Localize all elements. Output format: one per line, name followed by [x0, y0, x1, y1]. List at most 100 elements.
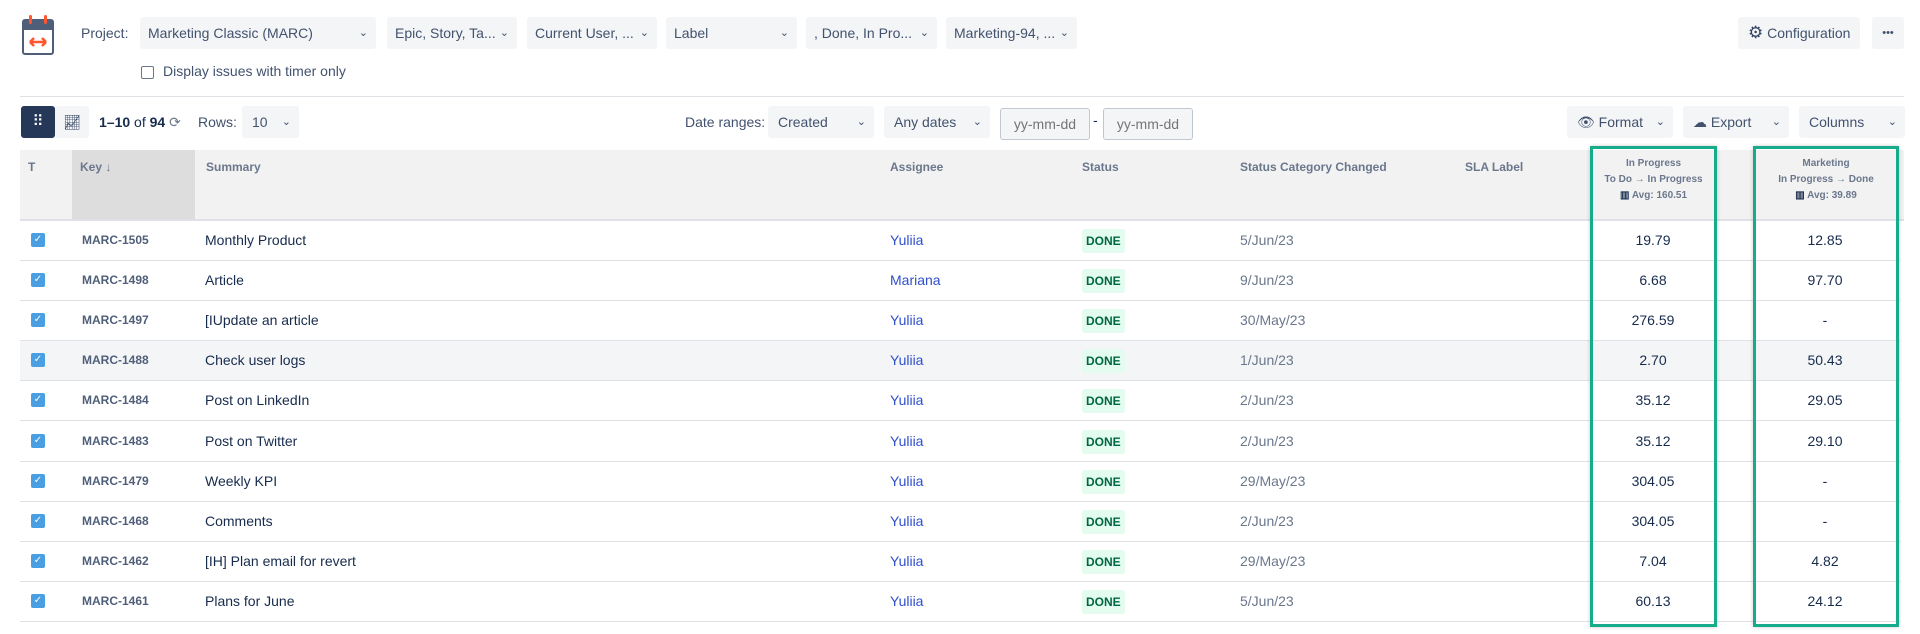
issue-key[interactable]: MARC-1462: [82, 542, 149, 580]
eye-icon: 👁︎: [1577, 114, 1595, 130]
filter-value: , Done, In Pro...: [814, 25, 913, 41]
label-filter[interactable]: Label ⌄: [666, 17, 797, 49]
rows-select[interactable]: 10 ⌄: [242, 106, 299, 138]
column-header-status-changed[interactable]: Status Category Changed: [1232, 150, 1395, 220]
date-to-input[interactable]: [1103, 108, 1193, 140]
column-header-sla[interactable]: SLA Label: [1457, 150, 1531, 220]
issue-assignee[interactable]: Yuliia: [890, 422, 923, 460]
checkbox-icon[interactable]: ✓: [31, 273, 45, 288]
configuration-button[interactable]: ⚙ Configuration: [1738, 17, 1861, 49]
chevron-down-icon: ⌄: [779, 27, 789, 39]
issue-summary[interactable]: Monthly Product: [205, 221, 306, 259]
filter-value: Marketing-94, ...: [954, 25, 1056, 41]
status-changed-date: 9/Jun/23: [1240, 272, 1294, 289]
assignee-filter[interactable]: Current User, ... ⌄: [527, 17, 657, 49]
app-logo: [22, 14, 54, 55]
date-separator: -: [1093, 112, 1098, 128]
issue-key[interactable]: MARC-1497: [82, 301, 149, 339]
status-badge: DONE: [1082, 229, 1125, 253]
issue-summary[interactable]: Plans for June: [205, 582, 295, 620]
issue-key[interactable]: MARC-1479: [82, 462, 149, 500]
issue-type-filter[interactable]: Epic, Story, Ta... ⌄: [387, 17, 517, 49]
issue-key[interactable]: MARC-1461: [82, 582, 149, 620]
status-changed-date: 1/Jun/23: [1240, 352, 1294, 369]
date-field-value: Created: [778, 114, 828, 130]
status-changed-date: 5/Jun/23: [1240, 232, 1294, 248]
issue-assignee[interactable]: Yuliia: [890, 301, 923, 339]
issue-assignee[interactable]: Mariana: [890, 261, 941, 299]
filter-value: Epic, Story, Ta...: [395, 25, 496, 41]
issue-key[interactable]: MARC-1484: [82, 381, 149, 419]
refresh-icon[interactable]: ⟳: [169, 114, 181, 130]
issue-assignee[interactable]: Yuliia: [890, 221, 923, 259]
grid-icon: ⠿: [32, 113, 44, 130]
status-changed-date: 29/May/23: [1240, 472, 1306, 489]
project-filter[interactable]: Marketing Classic (MARC) ⌄: [140, 17, 376, 49]
issue-summary[interactable]: [IH] Plan email for revert: [205, 542, 356, 580]
checkbox-icon[interactable]: ✓: [31, 353, 45, 368]
issue-summary[interactable]: Article: [205, 261, 244, 299]
status-badge: DONE: [1082, 509, 1125, 534]
issue-key[interactable]: MARC-1483: [82, 422, 149, 460]
issue-summary[interactable]: Check user logs: [205, 341, 305, 379]
checkbox-icon[interactable]: ✓: [31, 513, 45, 528]
divider: [20, 96, 1904, 97]
grid-view-button[interactable]: ⠿: [21, 106, 55, 138]
column-header-assignee[interactable]: Assignee: [882, 150, 951, 220]
project-label: Project:: [81, 25, 129, 41]
date-period-value: Any dates: [894, 114, 957, 130]
issue-summary[interactable]: Post on LinkedIn: [205, 381, 309, 419]
issue-assignee[interactable]: Yuliia: [890, 502, 923, 540]
issue-summary[interactable]: Weekly KPI: [205, 462, 277, 500]
date-from-input[interactable]: [1000, 108, 1090, 140]
issue-key[interactable]: MARC-1468: [82, 502, 149, 540]
checkbox-icon[interactable]: ✓: [31, 473, 45, 488]
chart-view-button[interactable]: 📈︎: [55, 106, 89, 138]
filter-value: Label: [674, 25, 709, 41]
status-badge: DONE: [1082, 309, 1125, 334]
column-header-summary[interactable]: Summary: [198, 150, 498, 220]
rows-label: Rows:: [198, 114, 237, 130]
more-icon: •••: [1882, 27, 1894, 39]
chevron-down-icon: ⌄: [1887, 116, 1897, 128]
sprint-filter[interactable]: Marketing-94, ... ⌄: [946, 17, 1077, 49]
status-badge: DONE: [1082, 429, 1125, 454]
columns-label: Columns: [1809, 114, 1865, 130]
status-badge: DONE: [1082, 349, 1125, 374]
date-period-select[interactable]: Any dates ⌄: [884, 106, 990, 138]
date-field-select[interactable]: Created ⌄: [768, 106, 874, 138]
column-header-key[interactable]: Key ↓: [72, 150, 195, 220]
issue-summary[interactable]: Post on Twitter: [205, 422, 297, 460]
export-label: Export: [1710, 114, 1752, 130]
issue-assignee[interactable]: Yuliia: [890, 542, 923, 580]
issue-key[interactable]: MARC-1498: [82, 261, 149, 299]
issue-assignee[interactable]: Yuliia: [890, 582, 923, 620]
more-button[interactable]: •••: [1872, 17, 1904, 49]
checkbox-icon[interactable]: ✓: [31, 593, 45, 608]
status-changed-date: 2/Jun/23: [1240, 392, 1294, 409]
chevron-down-icon: ⌄: [499, 27, 509, 39]
column-header-status[interactable]: Status: [1074, 150, 1127, 220]
timer-only-checkbox[interactable]: [141, 66, 154, 79]
issue-key[interactable]: MARC-1488: [82, 341, 149, 379]
chevron-down-icon: ⌄: [358, 27, 368, 39]
issue-summary[interactable]: [IUpdate an article: [205, 301, 319, 339]
export-button[interactable]: ☁︎ Export ⌄: [1683, 106, 1789, 138]
issue-assignee[interactable]: Yuliia: [890, 341, 923, 379]
issue-assignee[interactable]: Yuliia: [890, 462, 923, 500]
format-button[interactable]: 👁︎ Format ⌄: [1567, 106, 1673, 138]
chevron-down-icon: ⌄: [1771, 116, 1781, 128]
issue-assignee[interactable]: Yuliia: [890, 381, 923, 419]
checkbox-icon[interactable]: ✓: [31, 313, 45, 328]
checkbox-icon[interactable]: ✓: [31, 553, 45, 568]
issue-summary[interactable]: Comments: [205, 502, 273, 540]
columns-button[interactable]: Columns ⌄: [1799, 106, 1905, 138]
issue-key[interactable]: MARC-1505: [82, 221, 149, 259]
checkbox-icon[interactable]: ✓: [31, 433, 45, 448]
column-header-t[interactable]: T: [20, 150, 70, 220]
status-changed-date: 29/May/23: [1240, 552, 1306, 569]
checkbox-icon[interactable]: ✓: [31, 393, 45, 408]
status-filter[interactable]: , Done, In Pro... ⌄: [806, 17, 937, 49]
checkbox-icon[interactable]: ✓: [31, 233, 45, 247]
chevron-down-icon: ⌄: [281, 116, 291, 128]
